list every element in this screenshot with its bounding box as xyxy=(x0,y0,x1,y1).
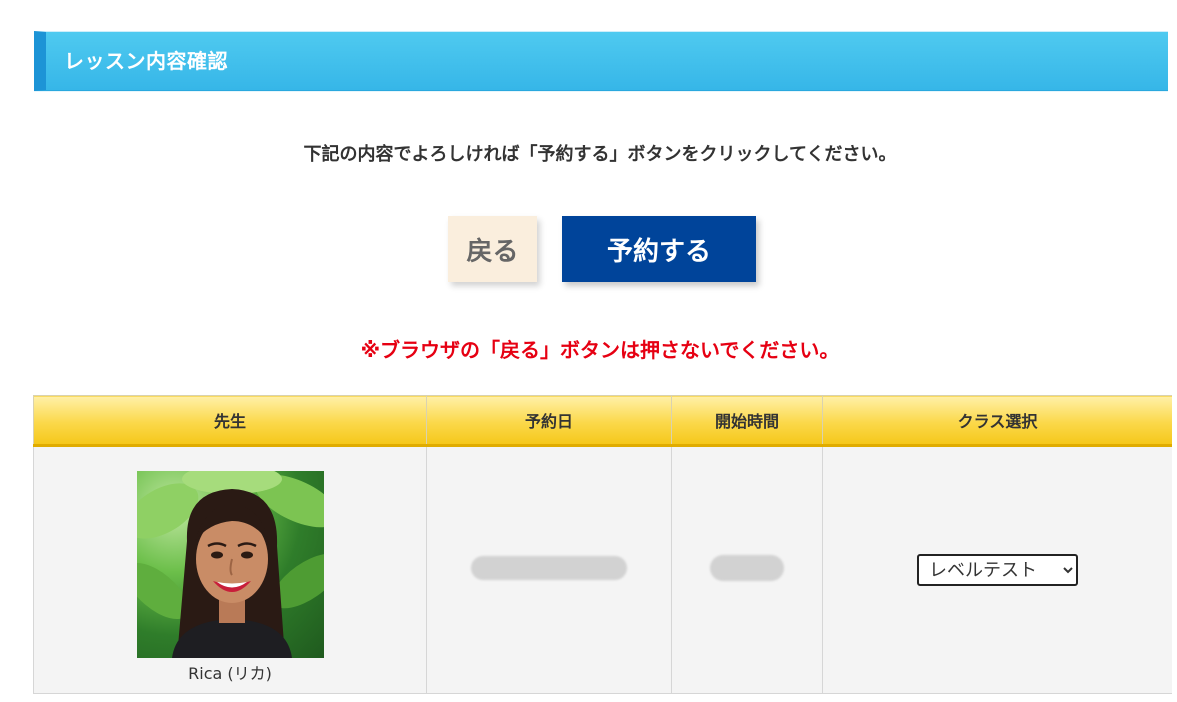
back-button[interactable]: 戻る xyxy=(448,216,537,282)
header-class-selection: クラス選択 xyxy=(822,395,1172,447)
lesson-table: 先生 予約日 開始時間 クラス選択 Rica (リカ) レベルテスト xyxy=(33,395,1172,694)
section-title: レッスン内容確認 xyxy=(64,49,228,73)
instruction-text: 下記の内容でよろしければ「予約する」ボタンをクリックしてください。 xyxy=(303,144,897,165)
teacher-name: Rica (リカ) xyxy=(188,664,272,683)
section-header: レッスン内容確認 xyxy=(34,31,1168,91)
table-row: Rica (リカ) レベルテスト xyxy=(33,445,1172,694)
teacher-portrait-image xyxy=(136,471,324,658)
start-time-cell xyxy=(671,445,823,694)
lesson-table-wrapper: 先生 予約日 開始時間 クラス選択 Rica (リカ) レベルテスト xyxy=(33,395,1172,702)
reservation-date-cell xyxy=(426,445,672,694)
warning-text: ※ブラウザの「戻る」ボタンは押さないでください。 xyxy=(360,338,840,362)
table-header-row: 先生 予約日 開始時間 クラス選択 xyxy=(33,395,1172,447)
reserve-button[interactable]: 予約する xyxy=(562,216,756,282)
class-selection-cell: レベルテスト xyxy=(822,445,1172,694)
teacher-photo xyxy=(136,471,324,658)
teacher-cell: Rica (リカ) xyxy=(33,445,427,694)
header-teacher: 先生 xyxy=(33,395,427,447)
class-select[interactable]: レベルテスト xyxy=(917,554,1078,586)
header-reservation-date: 予約日 xyxy=(426,395,672,447)
reservation-date-redacted xyxy=(471,556,627,580)
start-time-redacted xyxy=(710,555,784,581)
header-start-time: 開始時間 xyxy=(671,395,823,447)
lesson-confirmation-page: レッスン内容確認 下記の内容でよろしければ「予約する」ボタンをクリックしてくださ… xyxy=(0,0,1177,702)
